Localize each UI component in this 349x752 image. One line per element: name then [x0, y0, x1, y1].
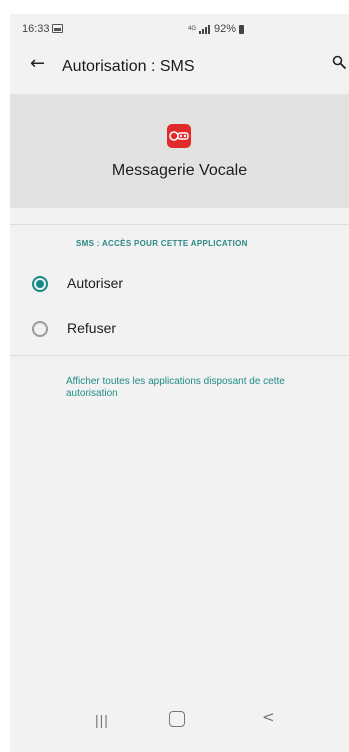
screen: 16:33 4G 92% ← Autorisation : SMS Messag…	[10, 14, 349, 752]
arrow-left-icon[interactable]: ←	[30, 55, 45, 73]
network-type: 4G	[188, 26, 197, 32]
chevron-left-icon[interactable]: <	[262, 708, 275, 726]
option-deny[interactable]: Refuser	[10, 312, 349, 348]
app-header: Messagerie Vocale	[10, 94, 349, 208]
status-indicators: 4G 92%	[188, 23, 245, 35]
battery-icon	[239, 24, 245, 34]
radio-allow[interactable]	[32, 276, 48, 292]
battery-percent: 92%	[214, 23, 237, 35]
section-header: SMS : ACCÈS POUR CETTE APPLICATION	[76, 239, 248, 248]
voicemail-app-logo	[167, 124, 191, 148]
radio-deny[interactable]	[32, 321, 48, 337]
option-deny-label: Refuser	[67, 320, 117, 336]
recent-apps-icon[interactable]: |||	[95, 712, 109, 728]
option-allow-label: Autoriser	[67, 275, 124, 291]
status-time: 16:33	[22, 23, 50, 35]
show-all-apps-link[interactable]: Afficher toutes les applications disposa…	[66, 376, 316, 400]
image-notification-icon	[52, 24, 63, 33]
signal-icon	[199, 24, 211, 34]
status-bar: 16:33 4G 92%	[10, 14, 349, 44]
page-title: Autorisation : SMS	[62, 58, 195, 75]
option-allow[interactable]: Autoriser	[10, 267, 349, 303]
app-name: Messagerie Vocale	[111, 162, 248, 179]
search-icon[interactable]	[332, 55, 346, 69]
divider	[10, 224, 349, 225]
navigation-bar: ||| <	[10, 694, 349, 752]
app-bar: ← Autorisation : SMS	[10, 52, 349, 88]
home-icon[interactable]	[169, 711, 185, 727]
divider	[10, 355, 349, 356]
